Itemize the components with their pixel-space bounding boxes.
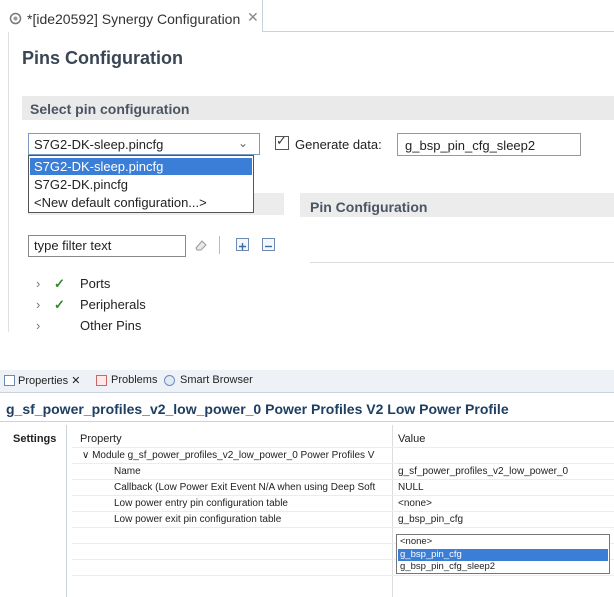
chevron-right-icon[interactable]: › <box>36 276 40 291</box>
properties-title: g_sf_power_profiles_v2_low_power_0 Power… <box>6 401 509 417</box>
properties-divider <box>0 421 614 422</box>
dropdown-option[interactable]: S7G2-DK-sleep.pincfg <box>30 158 252 175</box>
dropdown-option[interactable]: S7G2-DK.pincfg <box>30 176 252 193</box>
value-option[interactable]: g_bsp_pin_cfg_sleep2 <box>398 561 608 573</box>
page-title: Pins Configuration <box>22 48 183 68</box>
property-name: Low power entry pin configuration table <box>114 498 288 509</box>
property-value: NULL <box>398 482 424 493</box>
settings-tab-label: Settings <box>13 433 57 445</box>
property-value[interactable]: g_bsp_pin_cfg <box>398 514 612 525</box>
table-row[interactable]: Name g_sf_power_profiles_v2_low_power_0 <box>72 463 614 479</box>
property-name: Callback (Low Power Exit Event N/A when … <box>114 482 376 493</box>
close-icon[interactable]: ✕ <box>247 9 259 26</box>
pin-config-dropdown-list: S7G2-DK-sleep.pincfg S7G2-DK.pincfg <New… <box>28 155 254 213</box>
tree-item-label: Ports <box>80 276 111 291</box>
filter-input-value: type filter text <box>34 238 112 253</box>
checkmark-icon: ✓ <box>276 133 287 148</box>
pin-configuration-title: Pin Configuration <box>310 199 428 215</box>
check-icon: ✓ <box>54 276 65 291</box>
property-name: Low power exit pin configuration table <box>114 514 282 525</box>
tab-divider <box>262 31 614 32</box>
generate-data-value: g_bsp_pin_cfg_sleep2 <box>405 138 536 153</box>
table-row[interactable]: Low power exit pin configuration table g… <box>72 511 614 527</box>
editor-left-border <box>8 32 9 332</box>
column-header-value: Value <box>398 433 426 445</box>
value-option[interactable]: <none> <box>398 536 608 548</box>
pin-configuration-divider <box>310 262 614 263</box>
property-name: ∨ Module g_sf_power_profiles_v2_low_powe… <box>82 450 375 461</box>
dropdown-option[interactable]: <New default configuration...> <box>30 194 252 211</box>
property-value: <none> <box>398 498 432 509</box>
properties-icon <box>4 375 15 386</box>
section-title: Select pin configuration <box>30 101 190 117</box>
expand-all-icon[interactable] <box>236 238 249 251</box>
tab-problems[interactable]: Problems <box>111 374 157 386</box>
chevron-right-icon[interactable]: › <box>36 297 40 312</box>
problems-icon <box>96 375 107 386</box>
generate-data-label: Generate data: <box>295 137 382 152</box>
view-tab-bar <box>0 370 614 393</box>
editor-tab-title: *[ide20592] Synergy Configuration <box>27 11 241 27</box>
tree-item-label: Peripherals <box>80 297 146 312</box>
gear-icon <box>9 12 22 25</box>
column-header-property: Property <box>80 433 122 445</box>
pin-config-select-value: S7G2-DK-sleep.pincfg <box>34 137 164 152</box>
value-option[interactable]: g_bsp_pin_cfg <box>398 549 608 561</box>
property-name: Name <box>114 466 141 477</box>
eraser-icon[interactable] <box>193 237 209 253</box>
table-row[interactable]: Low power entry pin configuration table … <box>72 495 614 511</box>
table-row[interactable]: ∨ Module g_sf_power_profiles_v2_low_powe… <box>72 447 614 463</box>
tab-smart-browser[interactable]: Smart Browser <box>180 374 253 386</box>
settings-tab[interactable] <box>6 425 67 597</box>
table-row[interactable]: Callback (Low Power Exit Event N/A when … <box>72 479 614 495</box>
smart-browser-icon <box>164 375 175 386</box>
check-icon: ✓ <box>54 297 65 312</box>
value-dropdown-list: <none> g_bsp_pin_cfg g_bsp_pin_cfg_sleep… <box>396 534 610 574</box>
chevron-down-icon[interactable]: ⌄ <box>238 136 248 150</box>
toolbar-separator <box>219 236 220 254</box>
tab-properties[interactable]: Properties ✕ <box>18 374 80 387</box>
collapse-all-icon[interactable] <box>262 238 275 251</box>
tree-item-label: Other Pins <box>80 318 142 333</box>
table-row <box>72 575 614 591</box>
chevron-right-icon[interactable]: › <box>36 318 40 333</box>
property-value: g_sf_power_profiles_v2_low_power_0 <box>398 466 569 477</box>
